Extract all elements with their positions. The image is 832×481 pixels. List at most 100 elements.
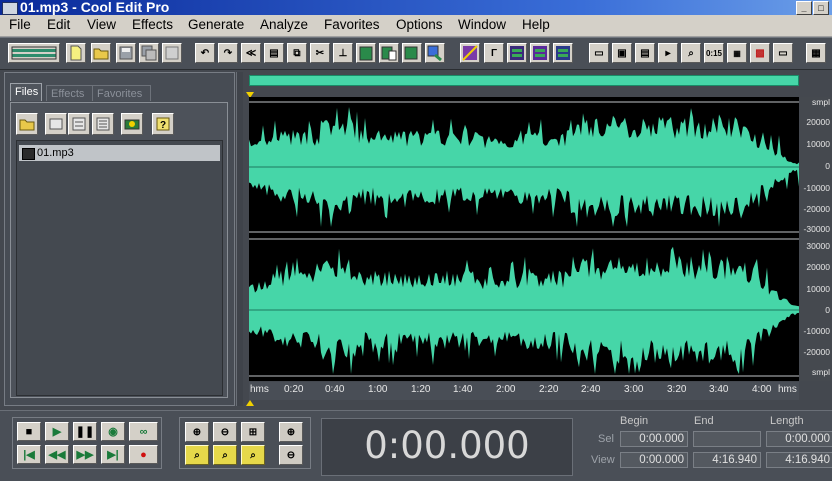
paste-to-icon: [427, 45, 442, 61]
maximize-button[interactable]: □: [813, 1, 829, 15]
help-panel-button[interactable]: ?: [152, 113, 174, 135]
view-begin-field[interactable]: 0:00.000: [620, 452, 688, 468]
menu-favorites[interactable]: Favorites: [324, 17, 380, 33]
zoom-full-button[interactable]: ⊞: [241, 422, 265, 442]
zoom-in-horizontal-button[interactable]: ⊕: [185, 422, 209, 442]
play-to-end-button[interactable]: ◉: [101, 422, 125, 441]
zoom-to-selection-button[interactable]: ⌕: [185, 445, 209, 465]
waveform-display[interactable]: [249, 97, 799, 381]
toggle-view-button[interactable]: [8, 43, 60, 63]
overview-bar[interactable]: [249, 75, 799, 86]
panel-splitter[interactable]: [236, 72, 243, 406]
sel-begin-field[interactable]: 0:00.000: [620, 431, 688, 447]
sel-length-field[interactable]: 0:00.000: [766, 431, 832, 447]
rewind-button[interactable]: ◀◀: [45, 445, 69, 464]
title-bar: 01.mp3 - Cool Edit Pro _ □: [0, 0, 832, 15]
save-all-button[interactable]: [139, 43, 159, 63]
open-file-panel-button[interactable]: [16, 113, 38, 135]
transport-controls: ■ ▶ ❚❚ ◉ ∞ |◀ ◀◀ ▶▶ ▶| ●: [12, 417, 162, 469]
new-file-button[interactable]: [66, 43, 86, 63]
cut-button[interactable]: ✂: [310, 43, 330, 63]
go-to-end-button[interactable]: ▶|: [101, 445, 125, 464]
ruler-tick: 2:20: [539, 384, 559, 395]
menu-analyze[interactable]: Analyze: [260, 17, 308, 33]
tab-favorites[interactable]: Favorites: [92, 85, 151, 101]
copy-button[interactable]: ⧉: [287, 43, 307, 63]
close-file-panel-button[interactable]: [45, 113, 67, 135]
spectral-pan-icon: [556, 46, 570, 60]
mix-paste-button[interactable]: [402, 43, 422, 63]
time-window-button[interactable]: 0:15: [704, 43, 724, 63]
open-file-button[interactable]: [91, 43, 111, 63]
insert-button[interactable]: [68, 113, 90, 135]
waveform-icon: [533, 46, 547, 60]
paste-button[interactable]: [356, 43, 376, 63]
open-folder-icon: [93, 48, 109, 60]
paste-new-button[interactable]: [379, 43, 399, 63]
zoom-left-button[interactable]: ⌕: [213, 445, 237, 465]
redo-button[interactable]: ↷: [218, 43, 238, 63]
view-waveform-button[interactable]: [530, 43, 550, 63]
menu-generate[interactable]: Generate: [188, 17, 244, 33]
tab-files[interactable]: Files: [10, 83, 42, 101]
mode-button-3[interactable]: ▤: [635, 43, 655, 63]
menu-help[interactable]: Help: [522, 17, 550, 33]
view-envelope-button[interactable]: [460, 43, 480, 63]
redo-icon: ↷: [223, 47, 233, 59]
trim-button[interactable]: ⊥: [333, 43, 353, 63]
loop-icon: ∞: [139, 425, 148, 438]
zoom-window-button[interactable]: ⌕: [681, 43, 701, 63]
zoom-selection-icon: ⌕: [194, 449, 200, 461]
record-button[interactable]: ●: [129, 445, 158, 464]
menu-view[interactable]: View: [87, 17, 116, 33]
playhead-bottom-marker[interactable]: [246, 400, 254, 406]
ruler-tick: 1:40: [453, 384, 473, 395]
menu-effects[interactable]: Effects: [132, 17, 173, 33]
transport-window-button[interactable]: ▸: [658, 43, 678, 63]
list-item[interactable]: 01.mp3: [19, 145, 220, 161]
properties-button[interactable]: [121, 113, 143, 135]
fast-forward-button[interactable]: ▶▶: [73, 445, 97, 464]
menu-file[interactable]: File: [9, 17, 31, 33]
zoom-right-button[interactable]: ⌕: [241, 445, 265, 465]
edit-file-button[interactable]: [92, 113, 114, 135]
menu-window[interactable]: Window: [458, 17, 506, 33]
track-window-button[interactable]: ▭: [773, 43, 793, 63]
flag-button[interactable]: Γ: [484, 43, 504, 63]
view-length-field[interactable]: 4:16.940: [766, 452, 832, 468]
go-to-start-button[interactable]: |◀: [17, 445, 41, 464]
selection-window-button[interactable]: ▦: [727, 43, 747, 63]
copy-to-new-button[interactable]: ▤: [264, 43, 284, 63]
loop-button[interactable]: ∞: [129, 422, 158, 441]
rewind-icon: ◀◀: [48, 449, 66, 461]
options-button[interactable]: ▦: [806, 43, 826, 63]
mode-button-2[interactable]: ▣: [612, 43, 632, 63]
zoom-controls: ⊕ ⊖ ⊞ ⊕ ⌕ ⌕ ⌕ ⊖: [179, 417, 311, 469]
zoom-out-vertical-button[interactable]: ⊖: [279, 445, 303, 465]
time-ruler[interactable]: hms 0:20 0:40 1:00 1:20 1:40 2:00 2:20 2…: [249, 382, 799, 400]
repeat-last-button[interactable]: ≪: [241, 43, 261, 63]
minimize-button[interactable]: _: [796, 1, 812, 15]
play-button[interactable]: ▶: [45, 422, 69, 441]
sel-end-field[interactable]: [693, 431, 761, 447]
save-button[interactable]: [116, 43, 136, 63]
view-end-field[interactable]: 4:16.940: [693, 452, 761, 468]
menu-options[interactable]: Options: [396, 17, 443, 33]
stop-button[interactable]: ■: [17, 422, 41, 441]
time-display[interactable]: 0:00.000: [321, 418, 573, 476]
length-header: Length: [770, 415, 804, 427]
undo-button[interactable]: ↶: [195, 43, 215, 63]
zoom-in-vertical-button[interactable]: ⊕: [279, 422, 303, 442]
mode-button-1[interactable]: ▭: [589, 43, 609, 63]
view-spectral-pan-button[interactable]: [553, 43, 573, 63]
view-spectral-button[interactable]: [507, 43, 527, 63]
zoom-out-horizontal-button[interactable]: ⊖: [213, 422, 237, 442]
menu-edit[interactable]: Edit: [47, 17, 70, 33]
cue-list-button[interactable]: ▩: [750, 43, 770, 63]
ruler-tick: 1:20: [411, 384, 431, 395]
pause-button[interactable]: ❚❚: [73, 422, 97, 441]
tab-effects[interactable]: Effects: [46, 85, 96, 101]
paste-to-button[interactable]: [425, 43, 445, 63]
help-icon: ?: [156, 117, 170, 131]
close-button[interactable]: [162, 43, 182, 63]
